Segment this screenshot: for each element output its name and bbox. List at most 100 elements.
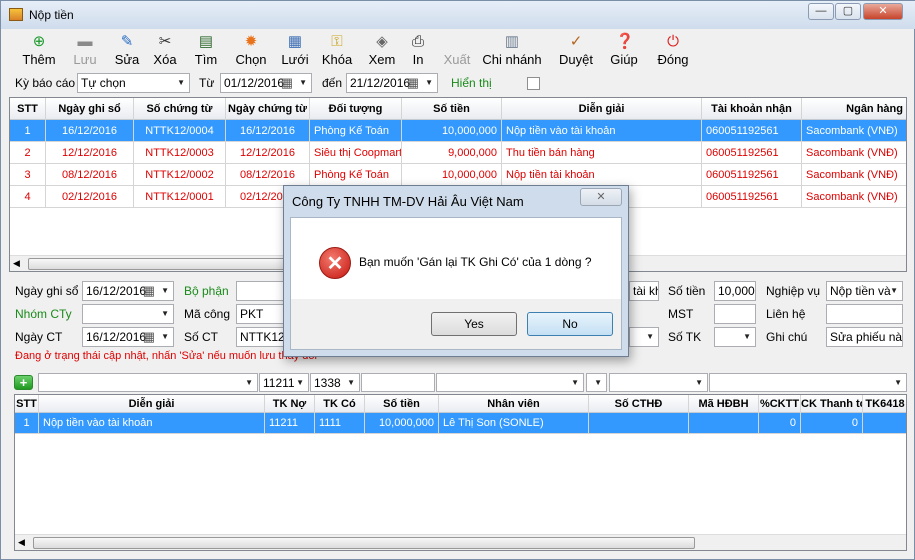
detail-grid-header: STT Diễn giải TK Nợ TK Có Số tiền Nhân viên Số… xyxy=(15,395,906,413)
table-cell: 12/12/2016 xyxy=(226,142,310,164)
voucher-row[interactable]: 2 12/12/2016 NTTK12/0003 12/12/2016 Siêu thị… xyxy=(10,142,906,164)
ghi-chu-field[interactable]: Sửa phiếu này xyxy=(826,327,903,347)
table-cell: 16/12/2016 xyxy=(226,120,310,142)
scroll-thumb[interactable] xyxy=(28,258,290,270)
hien-thi-checkbox[interactable] xyxy=(527,77,540,90)
col-header[interactable]: Ngân hàng xyxy=(802,98,906,120)
mst-field[interactable] xyxy=(714,304,756,324)
table-cell: NTTK12/0001 xyxy=(134,186,226,208)
chinhanh-button[interactable]: ▥ Chi nhánh xyxy=(477,31,547,71)
giup-button[interactable]: ❓ Giúp xyxy=(601,31,647,71)
table-cell: 10,000,000 xyxy=(402,120,502,142)
pencil-icon: ✎ xyxy=(120,33,134,50)
nhom-cty-select[interactable] xyxy=(82,304,174,324)
table-cell: 3 xyxy=(10,164,46,186)
duyet-button[interactable]: ✓ Duyệt xyxy=(551,31,601,71)
no-button[interactable]: No xyxy=(527,312,613,336)
voucher-row[interactable]: 3 08/12/2016 NTTK12/0002 08/12/2016 Phòng Kế… xyxy=(10,164,906,186)
sua-button[interactable]: ✎ Sửa xyxy=(109,31,145,71)
add-row-icon[interactable]: + xyxy=(14,375,33,390)
in-button[interactable]: ⎙ In xyxy=(403,31,433,71)
so-cthd-filter[interactable] xyxy=(586,373,607,392)
detail-col-header[interactable]: CK Thanh toán xyxy=(801,395,863,413)
detail-row[interactable]: 1 Nộp tiền vào tài khoản 11211 1111 10,000,0… xyxy=(15,413,906,434)
lien-he-field[interactable] xyxy=(826,304,903,324)
detail-col-header[interactable]: Nhân viên xyxy=(439,395,589,413)
table-cell xyxy=(863,413,906,434)
voucher-row[interactable]: 1 16/12/2016 NTTK12/0004 16/12/2016 Phòng Kế… xyxy=(10,120,906,142)
table-cell: Sacombank (VNĐ) xyxy=(802,142,906,164)
them-button[interactable]: ⊕ Thêm xyxy=(15,31,63,71)
den-date-picker[interactable]: 21/12/2016 xyxy=(346,73,438,93)
col-header[interactable]: Đối tượng xyxy=(310,98,402,120)
ky-bao-cao-select[interactable]: Tự chọn xyxy=(77,73,190,93)
col-header[interactable]: Tài khoản nhận xyxy=(702,98,802,120)
detail-col-header[interactable]: TK Có xyxy=(315,395,365,413)
detail-col-header[interactable]: %CKTT xyxy=(759,395,801,413)
col-header[interactable]: Diễn giải xyxy=(502,98,702,120)
table-cell: 0 xyxy=(801,413,863,434)
tai-khoan-field[interactable]: tài kh xyxy=(629,281,659,301)
minimize-button[interactable]: — xyxy=(808,3,834,20)
ck-filter[interactable] xyxy=(709,373,907,392)
tim-label: Tìm xyxy=(194,52,218,67)
xoa-button[interactable]: ✂ Xóa xyxy=(145,31,185,71)
tk-no-filter[interactable]: 11211 xyxy=(259,373,309,392)
detail-scroll-left-icon[interactable]: ◀ xyxy=(18,537,25,548)
detail-hscrollbar[interactable]: ◀ xyxy=(15,534,906,550)
col-header[interactable]: Số tiền xyxy=(402,98,502,120)
table-cell: 08/12/2016 xyxy=(226,164,310,186)
yes-button[interactable]: Yes xyxy=(431,312,517,336)
detail-lines-grid[interactable]: STT Diễn giải TK Nợ TK Có Số tiền Nhân viên Số… xyxy=(14,394,907,551)
col-header[interactable]: Ngày chứng từ xyxy=(226,98,310,120)
col-header[interactable]: STT xyxy=(10,98,46,120)
help-book-icon: ❓ xyxy=(615,33,635,50)
table-cell: 0 xyxy=(759,413,801,434)
xoa-label: Xóa xyxy=(153,52,177,67)
ngay-ct-picker[interactable]: 16/12/2016 xyxy=(82,327,174,347)
window-title: Nộp tiền xyxy=(29,8,74,22)
col-header[interactable]: Ngày ghi sổ xyxy=(46,98,134,120)
detail-scroll-thumb[interactable] xyxy=(33,537,695,549)
table-cell: Phòng Kế Toán xyxy=(310,164,402,186)
nhan-vien-filter[interactable] xyxy=(436,373,584,392)
dien-giai-filter[interactable] xyxy=(38,373,258,392)
close-window-button[interactable]: ✕ xyxy=(863,3,903,20)
khoa-button[interactable]: ⚿ Khóa xyxy=(315,31,359,71)
col-header[interactable]: Số chứng từ xyxy=(134,98,226,120)
detail-col-header[interactable]: Diễn giải xyxy=(39,395,265,413)
tk-co-filter[interactable]: 1338 xyxy=(310,373,360,392)
lien-he-label: Liên hệ xyxy=(766,307,806,321)
so-tien-filter[interactable] xyxy=(361,373,435,392)
bo-phan-field[interactable] xyxy=(236,281,288,301)
nghiep-vu-select[interactable]: Nộp tiền và xyxy=(826,281,903,301)
so-tk-select[interactable] xyxy=(714,327,756,347)
luu-button: ▬ Lưu xyxy=(63,31,107,71)
tim-button[interactable]: ▤ Tìm xyxy=(185,31,227,71)
ma-hdbh-filter[interactable] xyxy=(609,373,708,392)
dialog-close-button[interactable]: ✕ xyxy=(580,188,622,206)
ma-cong-field[interactable]: PKT xyxy=(236,304,288,324)
dialog-message: Bạn muốn 'Gán lại TK Ghi Có' của 1 dòng … xyxy=(359,255,592,269)
dong-button[interactable]: ⏻ Đóng xyxy=(647,31,699,71)
hien-thi-label: Hiển thị xyxy=(451,76,492,90)
detail-col-header[interactable]: Số CTHĐ xyxy=(589,395,689,413)
bank-select[interactable] xyxy=(629,327,659,347)
luoi-button[interactable]: ▦ Lưới xyxy=(275,31,315,71)
ngay-ghi-so-picker[interactable]: 16/12/2016 xyxy=(82,281,174,301)
find-document-icon: ▤ xyxy=(198,33,214,50)
detail-col-header[interactable]: Số tiền xyxy=(365,395,439,413)
detail-col-header[interactable]: TK Nợ xyxy=(265,395,315,413)
xem-button[interactable]: ◈ Xem xyxy=(362,31,402,71)
detail-col-header[interactable]: STT xyxy=(15,395,39,413)
chon-button[interactable]: ✹ Chọn xyxy=(227,31,275,71)
so-tk-label: Số TK xyxy=(668,330,702,344)
detail-col-header[interactable]: TK6418 xyxy=(863,395,906,413)
dialog-body: ✕ Bạn muốn 'Gán lại TK Ghi Có' của 1 dòn… xyxy=(290,217,622,299)
tu-date-picker[interactable]: 01/12/2016 xyxy=(220,73,312,93)
so-tien-field[interactable]: 10,000,0 xyxy=(714,281,756,301)
so-ct-field[interactable]: NTTK12/0 xyxy=(236,327,288,347)
maximize-button[interactable]: ▢ xyxy=(835,3,861,20)
scroll-left-icon[interactable]: ◀ xyxy=(13,258,20,269)
detail-col-header[interactable]: Mã HĐBH xyxy=(689,395,759,413)
